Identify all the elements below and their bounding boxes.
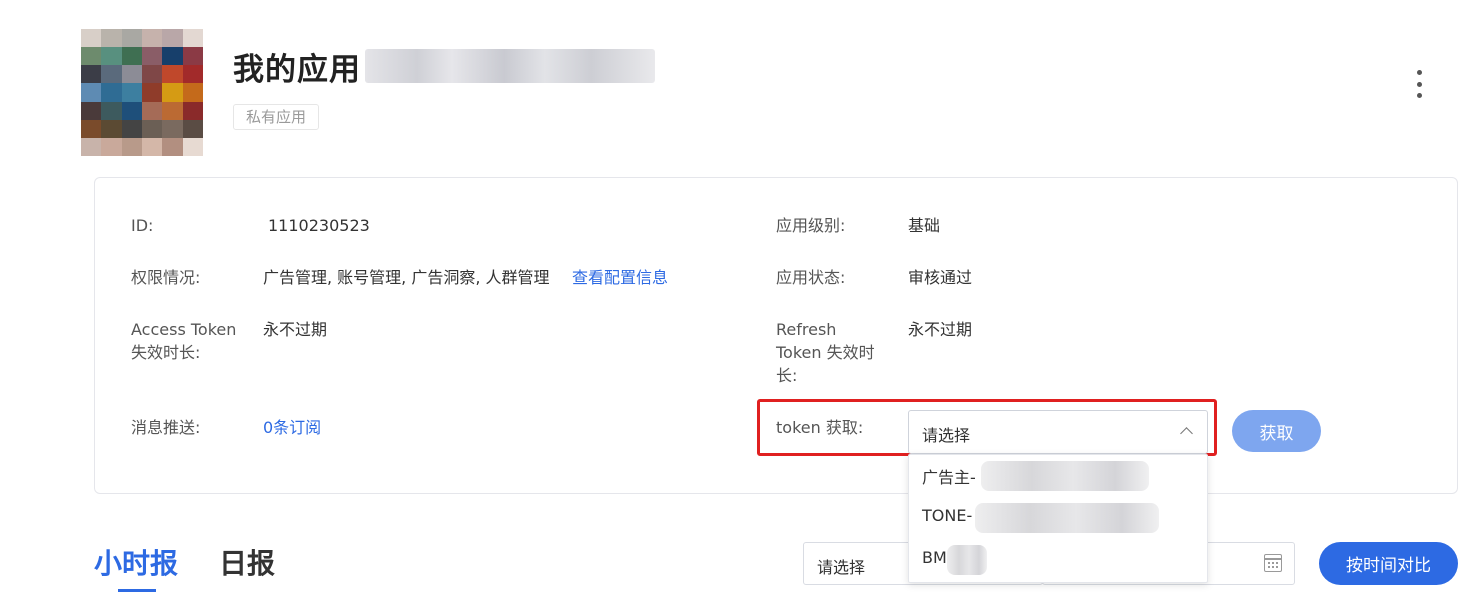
app-detail-page: 我的应用 私有应用 ID: 1110230523 权限情况: 广告管理, 账号管…: [0, 0, 1484, 612]
avatar-pixel: [162, 83, 183, 102]
permission-label: 权限情况:: [131, 268, 201, 287]
tab-daily-report[interactable]: 日报: [219, 542, 275, 582]
view-config-link[interactable]: 查看配置信息: [572, 266, 668, 289]
access-token-label: Access Token: [131, 320, 237, 339]
redacted-option-text: [981, 461, 1149, 491]
avatar-pixel: [182, 119, 203, 138]
avatar-pixel: [81, 29, 102, 48]
avatar-pixel: [101, 65, 122, 84]
avatar-pixel: [182, 47, 203, 66]
avatar-pixel: [81, 137, 102, 156]
avatar-pixel: [101, 83, 122, 102]
avatar-pixel: [101, 47, 122, 66]
avatar-pixel: [101, 29, 122, 48]
token-option-tone[interactable]: TONE-: [909, 497, 1207, 539]
calendar-icon: [1264, 554, 1282, 572]
avatar-pixel: [142, 47, 163, 66]
refresh-token-label: Refresh: [776, 320, 837, 339]
avatar-pixel: [121, 65, 142, 84]
avatar-pixel: [162, 101, 183, 120]
avatar-pixel: [142, 65, 163, 84]
access-token-value: 永不过期: [263, 320, 328, 339]
avatar-pixel: [81, 101, 102, 120]
token-select[interactable]: 请选择: [908, 410, 1208, 454]
message-push-label: 消息推送:: [131, 418, 201, 437]
avatar-pixel: [101, 101, 122, 120]
tab-hourly-report[interactable]: 小时报: [94, 542, 178, 582]
more-options-icon[interactable]: [1406, 70, 1432, 98]
app-level-label: 应用级别:: [776, 216, 846, 235]
avatar-pixel: [121, 119, 142, 138]
app-level-value: 基础: [908, 216, 941, 235]
avatar-pixel: [81, 65, 102, 84]
id-value: 1110230523: [268, 216, 370, 235]
avatar-pixel: [121, 29, 142, 48]
compare-by-time-button[interactable]: 按时间对比: [1319, 542, 1458, 585]
token-label: token 获取:: [776, 418, 864, 437]
report-select-placeholder: 请选择: [817, 558, 866, 577]
avatar-pixel: [162, 47, 183, 66]
permission-value: 广告管理, 账号管理, 广告洞察, 人群管理: [263, 268, 550, 287]
avatar-pixel: [142, 119, 163, 138]
get-token-button[interactable]: 获取: [1232, 410, 1321, 452]
avatar-pixel: [121, 83, 142, 102]
avatar-pixel: [182, 65, 203, 84]
access-token-label-line2: 失效时长:: [131, 343, 201, 362]
app-status-value: 审核通过: [908, 268, 973, 287]
avatar-pixel: [81, 83, 102, 102]
token-select-placeholder: 请选择: [922, 426, 971, 445]
redacted-app-name: [365, 49, 655, 83]
avatar-pixel: [162, 137, 183, 156]
avatar-pixel: [121, 137, 142, 156]
refresh-token-label-line3: 长:: [776, 366, 798, 385]
avatar-pixel: [121, 47, 142, 66]
app-title: 我的应用: [233, 51, 361, 88]
token-option-bm[interactable]: BM-: [909, 539, 1207, 581]
refresh-token-value: 永不过期: [908, 320, 973, 339]
redacted-option-text: [975, 503, 1159, 533]
app-avatar: [81, 29, 203, 156]
app-status-label: 应用状态:: [776, 268, 846, 287]
chevron-up-icon: [1180, 427, 1193, 440]
avatar-pixel: [182, 83, 203, 102]
active-tab-indicator: [118, 589, 156, 592]
avatar-pixel: [182, 137, 203, 156]
token-option-label: 广告主-: [922, 468, 976, 487]
refresh-token-label-line2: Token 失效时: [776, 343, 875, 362]
avatar-pixel: [101, 119, 122, 138]
app-type-tag: 私有应用: [233, 104, 320, 130]
redacted-option-text: [947, 545, 987, 575]
token-option-label: TONE-: [922, 506, 973, 525]
avatar-pixel: [121, 101, 142, 120]
avatar-pixel: [142, 29, 163, 48]
avatar-pixel: [182, 29, 203, 48]
avatar-pixel: [101, 137, 122, 156]
avatar-pixel: [142, 137, 163, 156]
avatar-pixel: [162, 65, 183, 84]
avatar-pixel: [142, 83, 163, 102]
avatar-pixel: [81, 47, 102, 66]
avatar-pixel: [162, 29, 183, 48]
token-dropdown-menu: 广告主- TONE- BM-: [908, 454, 1208, 583]
avatar-pixel: [162, 119, 183, 138]
id-label: ID:: [131, 216, 154, 235]
subscription-link[interactable]: 0条订阅: [263, 416, 321, 439]
avatar-pixel: [81, 119, 102, 138]
avatar-pixel: [182, 101, 203, 120]
avatar-pixel: [142, 101, 163, 120]
token-option-advertiser[interactable]: 广告主-: [909, 455, 1207, 497]
app-title-row: 我的应用: [233, 44, 655, 88]
